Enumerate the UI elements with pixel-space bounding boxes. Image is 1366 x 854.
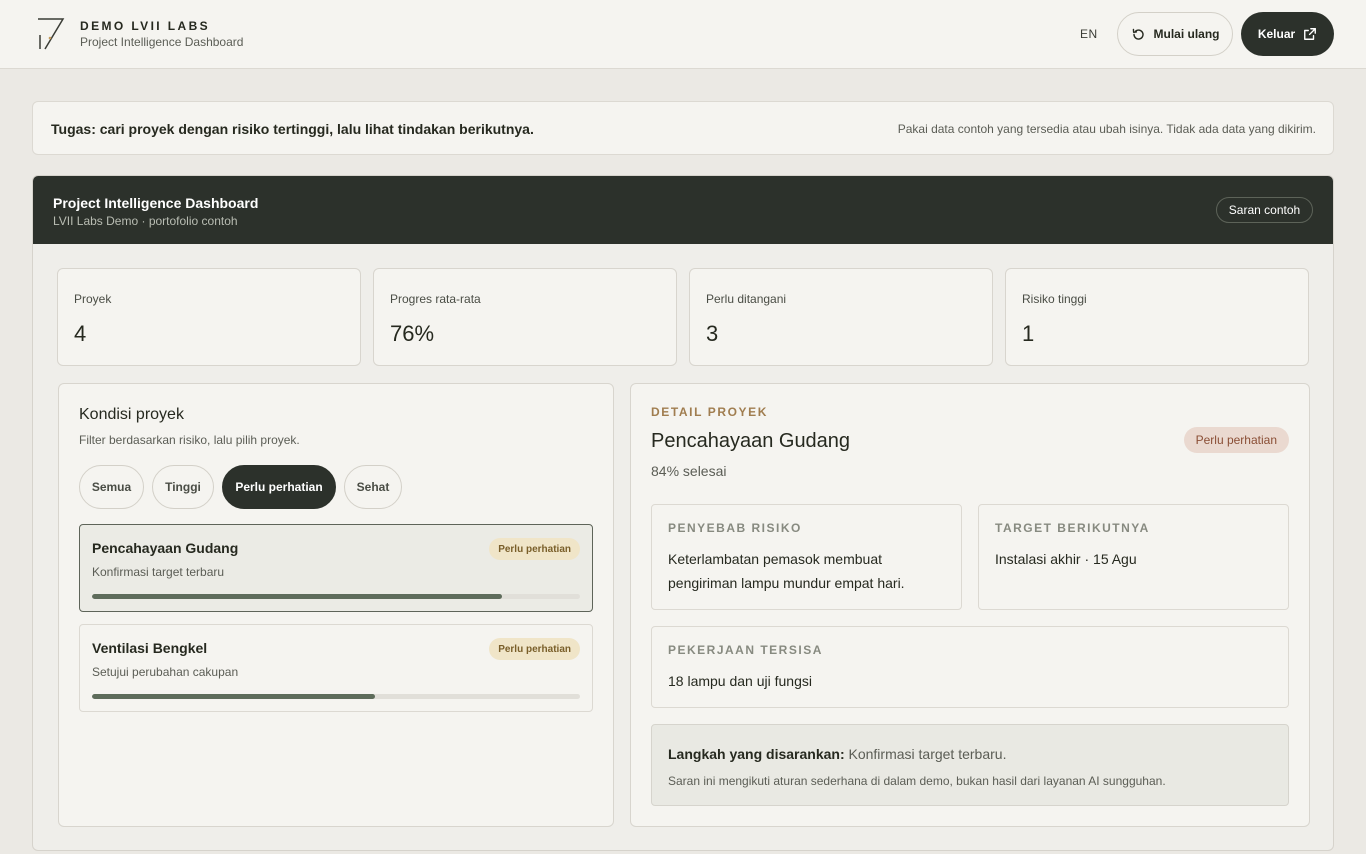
stat-label: Progres rata-rata — [390, 292, 481, 306]
filter-high[interactable]: Tinggi — [152, 465, 214, 509]
dashboard-panel: Project Intelligence Dashboard LVII Labs… — [32, 175, 1334, 851]
stat-card-high-risk: Risiko tinggi 1 — [1005, 268, 1309, 366]
project-note: Konfirmasi target terbaru — [92, 565, 225, 579]
remaining-work-label: PEKERJAAN TERSISA — [668, 643, 823, 657]
top-header: DEMO LVII LABS Project Intelligence Dash… — [0, 0, 1366, 69]
suggested-step-label: Langkah yang disarankan: — [668, 746, 845, 762]
suggested-step-text: Konfirmasi target terbaru. — [848, 746, 1007, 762]
restart-icon — [1132, 28, 1144, 40]
stat-card-projects: Proyek 4 — [57, 268, 361, 366]
filter-all[interactable]: Semua — [79, 465, 144, 509]
dashboard-title: Project Intelligence Dashboard — [53, 195, 259, 211]
dashboard-subtitle: LVII Labs Demo · portofolio contoh — [53, 214, 238, 228]
detail-eyebrow: DETAIL PROYEK — [651, 405, 769, 419]
dashboard-header: Project Intelligence Dashboard LVII Labs… — [33, 176, 1333, 244]
brand-name: DEMO LVII LABS — [80, 19, 211, 33]
brand-subtitle: Project Intelligence Dashboard — [80, 35, 244, 49]
status-badge: Perlu perhatian — [489, 638, 580, 660]
risk-cause-text: Keterlambatan pemasok membuat pengiriman… — [668, 551, 905, 591]
next-target-label: TARGET BERIKUTNYA — [995, 521, 1150, 535]
progress-track — [92, 594, 580, 599]
detail-progress-text: 84% selesai — [651, 463, 727, 479]
project-name: Pencahayaan Gudang — [92, 540, 239, 556]
project-item-pencahayaan-gudang[interactable]: Pencahayaan Gudang Konfirmasi target ter… — [79, 524, 593, 612]
risk-cause-label: PENYEBAB RISIKO — [668, 521, 802, 535]
stat-label: Perlu ditangani — [706, 292, 787, 306]
progress-fill — [92, 694, 376, 699]
project-note: Setujui perubahan cakupan — [92, 665, 239, 679]
stat-label: Proyek — [74, 292, 112, 306]
task-note: Pakai data contoh yang tersedia atau uba… — [897, 122, 1316, 136]
conditions-title: Kondisi proyek — [79, 406, 184, 423]
filter-healthy[interactable]: Sehat — [344, 465, 402, 509]
stat-label: Risiko tinggi — [1022, 292, 1087, 306]
project-conditions-card: Kondisi proyek Filter berdasarkan risiko… — [58, 383, 614, 827]
external-link-icon — [1304, 28, 1317, 40]
task-text: Tugas: cari proyek dengan risiko terting… — [51, 121, 534, 137]
task-banner: Tugas: cari proyek dengan risiko terting… — [32, 101, 1334, 155]
risk-cause-box: PENYEBAB RISIKO Keterlambatan pemasok me… — [651, 504, 962, 610]
next-target-box: TARGET BERIKUTNYA Instalasi akhir · 15 A… — [978, 504, 1289, 610]
stat-value: 3 — [706, 321, 719, 346]
logout-button[interactable]: Keluar — [1241, 12, 1334, 56]
stat-value: 76% — [390, 321, 435, 346]
detail-status-badge: Perlu perhatian — [1183, 427, 1289, 453]
filter-needs-attention[interactable]: Perlu perhatian — [222, 465, 336, 509]
stat-card-needs-action: Perlu ditangani 3 — [689, 268, 993, 366]
stat-value: 1 — [1022, 321, 1035, 346]
language-toggle[interactable]: EN — [1080, 27, 1098, 41]
restart-button[interactable]: Mulai ulang — [1117, 12, 1233, 56]
project-detail-card: DETAIL PROYEK Pencahayaan Gudang 84% sel… — [630, 383, 1310, 827]
status-badge: Perlu perhatian — [489, 538, 580, 560]
suggested-step-box: Langkah yang disarankan: Konfirmasi targ… — [651, 724, 1289, 806]
sample-suggestion-button[interactable]: Saran contoh — [1216, 197, 1313, 223]
suggested-step-line: Langkah yang disarankan: Konfirmasi targ… — [668, 746, 1006, 762]
stat-value: 4 — [74, 321, 87, 346]
progress-track — [92, 694, 580, 699]
restart-label: Mulai ulang — [1153, 27, 1220, 41]
project-name: Ventilasi Bengkel — [92, 640, 208, 656]
suggested-step-note: Saran ini mengikuti aturan sederhana di … — [668, 774, 1166, 788]
stat-card-avg-progress: Progres rata-rata 76% — [373, 268, 677, 366]
next-target-text: Instalasi akhir · 15 Agu — [995, 551, 1137, 567]
logout-label: Keluar — [1257, 27, 1296, 41]
remaining-work-text: 18 lampu dan uji fungsi — [668, 673, 812, 689]
progress-fill — [92, 594, 502, 599]
lvii-logo — [38, 18, 65, 50]
project-item-ventilasi-bengkel[interactable]: Ventilasi Bengkel Setujui perubahan caku… — [79, 624, 593, 712]
remaining-work-box: PEKERJAAN TERSISA 18 lampu dan uji fungs… — [651, 626, 1289, 708]
detail-project-name: Pencahayaan Gudang — [651, 430, 851, 452]
conditions-subtitle: Filter berdasarkan risiko, lalu pilih pr… — [79, 433, 300, 447]
